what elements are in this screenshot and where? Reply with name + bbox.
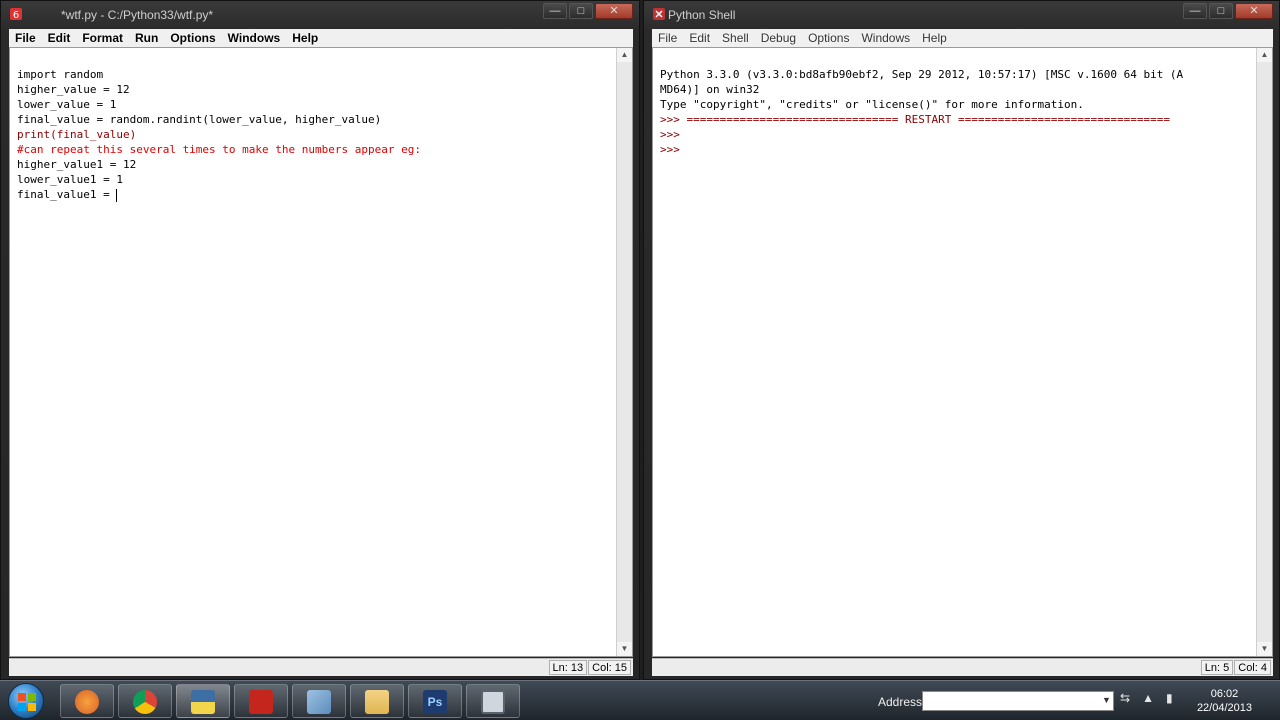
code-line-current: final_value1 =: [17, 187, 614, 202]
scroll-up-icon[interactable]: ▲: [1257, 48, 1272, 62]
menu-windows[interactable]: Windows: [222, 29, 287, 47]
code-line: print(final_value): [17, 128, 137, 141]
python-idle-icon: [191, 690, 215, 714]
menu-run[interactable]: Run: [129, 29, 164, 47]
taskbar-app-button[interactable]: [292, 684, 346, 718]
menu-shell[interactable]: Shell: [716, 29, 755, 47]
menu-file[interactable]: File: [652, 29, 683, 47]
code-line: final_value = random.randint(lower_value…: [17, 113, 382, 126]
taskbar-app-button[interactable]: Ps: [408, 684, 462, 718]
address-input[interactable]: [922, 691, 1114, 711]
taskbar-app-button[interactable]: [466, 684, 520, 718]
maximize-button[interactable]: □: [1209, 3, 1233, 19]
menu-edit[interactable]: Edit: [42, 29, 77, 47]
close-button[interactable]: ✕: [1235, 3, 1273, 19]
shell-menubar: File Edit Shell Debug Options Windows He…: [652, 29, 1273, 47]
explorer-folder-icon: [365, 690, 389, 714]
python-shell-icon: [653, 8, 665, 20]
shell-prompt-line: >>> ================================ RES…: [660, 113, 1170, 126]
column-number-status: Col: 15: [588, 660, 631, 675]
editor-vertical-scrollbar[interactable]: ▲ ▼: [616, 48, 632, 656]
show-hidden-icons-icon[interactable]: ▲: [1142, 691, 1154, 705]
start-button[interactable]: [8, 683, 44, 719]
windows-logo-icon: [18, 693, 36, 711]
menu-options[interactable]: Options: [164, 29, 221, 47]
scroll-down-icon[interactable]: ▼: [1257, 642, 1272, 656]
menu-options[interactable]: Options: [802, 29, 855, 47]
shell-titlebar[interactable]: Python Shell — □ ✕: [644, 1, 1279, 29]
idle-app-icon: 6: [10, 8, 22, 21]
menu-debug[interactable]: Debug: [755, 29, 802, 47]
shell-line: MD64)] on win32: [660, 83, 760, 96]
code-line: higher_value1 = 12: [17, 158, 137, 171]
window-icon: [481, 690, 505, 714]
shell-statusbar: Ln: 5 Col: 4: [652, 658, 1273, 676]
desktop: 6 *wtf.py - C:/Python33/wtf.py* — □ ✕ Fi…: [0, 0, 1280, 680]
close-button[interactable]: ✕: [595, 3, 633, 19]
notepad-icon: [307, 690, 331, 714]
code-line-current-text: final_value1 =: [17, 188, 117, 201]
shell-prompt-line: >>>: [660, 128, 687, 141]
code-line: import random: [17, 68, 104, 81]
editor-menubar: File Edit Format Run Options Windows Hel…: [9, 29, 633, 47]
taskbar-app-button[interactable]: [60, 684, 114, 718]
shell-text[interactable]: Python 3.3.0 (v3.3.0:bd8afb90ebf2, Sep 2…: [660, 52, 1254, 187]
shell-window: Python Shell — □ ✕ File Edit Shell Debug…: [643, 0, 1280, 680]
system-tray: ⇆ ▲ ▮: [1120, 691, 1173, 705]
code-editor[interactable]: import random higher_value = 12 lower_valu…: [9, 47, 633, 657]
shell-line: Python 3.3.0 (v3.3.0:bd8afb90ebf2, Sep 2…: [660, 68, 1184, 81]
taskbar-app-button-active[interactable]: [176, 684, 230, 718]
menu-edit[interactable]: Edit: [683, 29, 716, 47]
system-clock[interactable]: 06:02 22/04/2013: [1197, 687, 1252, 715]
minimize-button[interactable]: —: [543, 3, 567, 19]
maximize-button[interactable]: □: [569, 3, 593, 19]
shell-line: Type "copyright", "credits" or "license(…: [660, 98, 1084, 111]
line-number-status: Ln: 5: [1200, 660, 1234, 675]
chrome-icon: [133, 690, 157, 714]
menu-file[interactable]: File: [9, 29, 42, 47]
text-cursor: [116, 188, 118, 202]
shell-window-title: Python Shell: [668, 8, 736, 22]
editor-statusbar: Ln: 13 Col: 15: [9, 658, 633, 676]
minimize-button[interactable]: —: [1183, 3, 1207, 19]
taskbar-app-button[interactable]: [350, 684, 404, 718]
firefox-icon: [75, 690, 99, 714]
shell-vertical-scrollbar[interactable]: ▲ ▼: [1256, 48, 1272, 656]
clock-date: 22/04/2013: [1196, 702, 1252, 714]
scroll-down-icon[interactable]: ▼: [617, 642, 632, 656]
svg-text:6: 6: [13, 10, 19, 21]
taskbar-app-button[interactable]: [234, 684, 288, 718]
editor-window-title: *wtf.py - C:/Python33/wtf.py*: [61, 8, 214, 22]
menu-windows[interactable]: Windows: [855, 29, 916, 47]
go-arrow-icon[interactable]: ⇆: [1120, 691, 1130, 705]
shell-output[interactable]: Python 3.3.0 (v3.3.0:bd8afb90ebf2, Sep 2…: [652, 47, 1273, 657]
code-line: lower_value1 = 1: [17, 173, 123, 186]
editor-titlebar[interactable]: 6 *wtf.py - C:/Python33/wtf.py* — □ ✕: [1, 1, 639, 29]
taskbar: Ps Address ▼ ⇆ ▲ ▮ 06:02 22/04/2013: [0, 680, 1280, 720]
shell-prompt-line: >>>: [660, 143, 687, 156]
photoshop-icon: Ps: [423, 690, 447, 714]
clock-time: 06:02: [1210, 688, 1239, 700]
address-label: Address: [878, 695, 923, 709]
code-line: higher_value = 12: [17, 83, 130, 96]
battery-icon[interactable]: ▮: [1166, 691, 1173, 705]
line-number-status: Ln: 13: [548, 660, 588, 675]
acrobat-icon: [249, 690, 273, 714]
menu-help[interactable]: Help: [286, 29, 324, 47]
code-text[interactable]: import random higher_value = 12 lower_valu…: [17, 52, 614, 232]
editor-window: 6 *wtf.py - C:/Python33/wtf.py* — □ ✕ Fi…: [0, 0, 640, 680]
menu-format[interactable]: Format: [76, 29, 129, 47]
chevron-down-icon[interactable]: ▼: [1102, 695, 1111, 705]
taskbar-app-button[interactable]: [118, 684, 172, 718]
menu-help[interactable]: Help: [916, 29, 953, 47]
column-number-status: Col: 4: [1234, 660, 1271, 675]
scroll-up-icon[interactable]: ▲: [617, 48, 632, 62]
code-line: lower_value = 1: [17, 98, 117, 111]
code-comment-line: #can repeat this several times to make t…: [17, 143, 421, 156]
